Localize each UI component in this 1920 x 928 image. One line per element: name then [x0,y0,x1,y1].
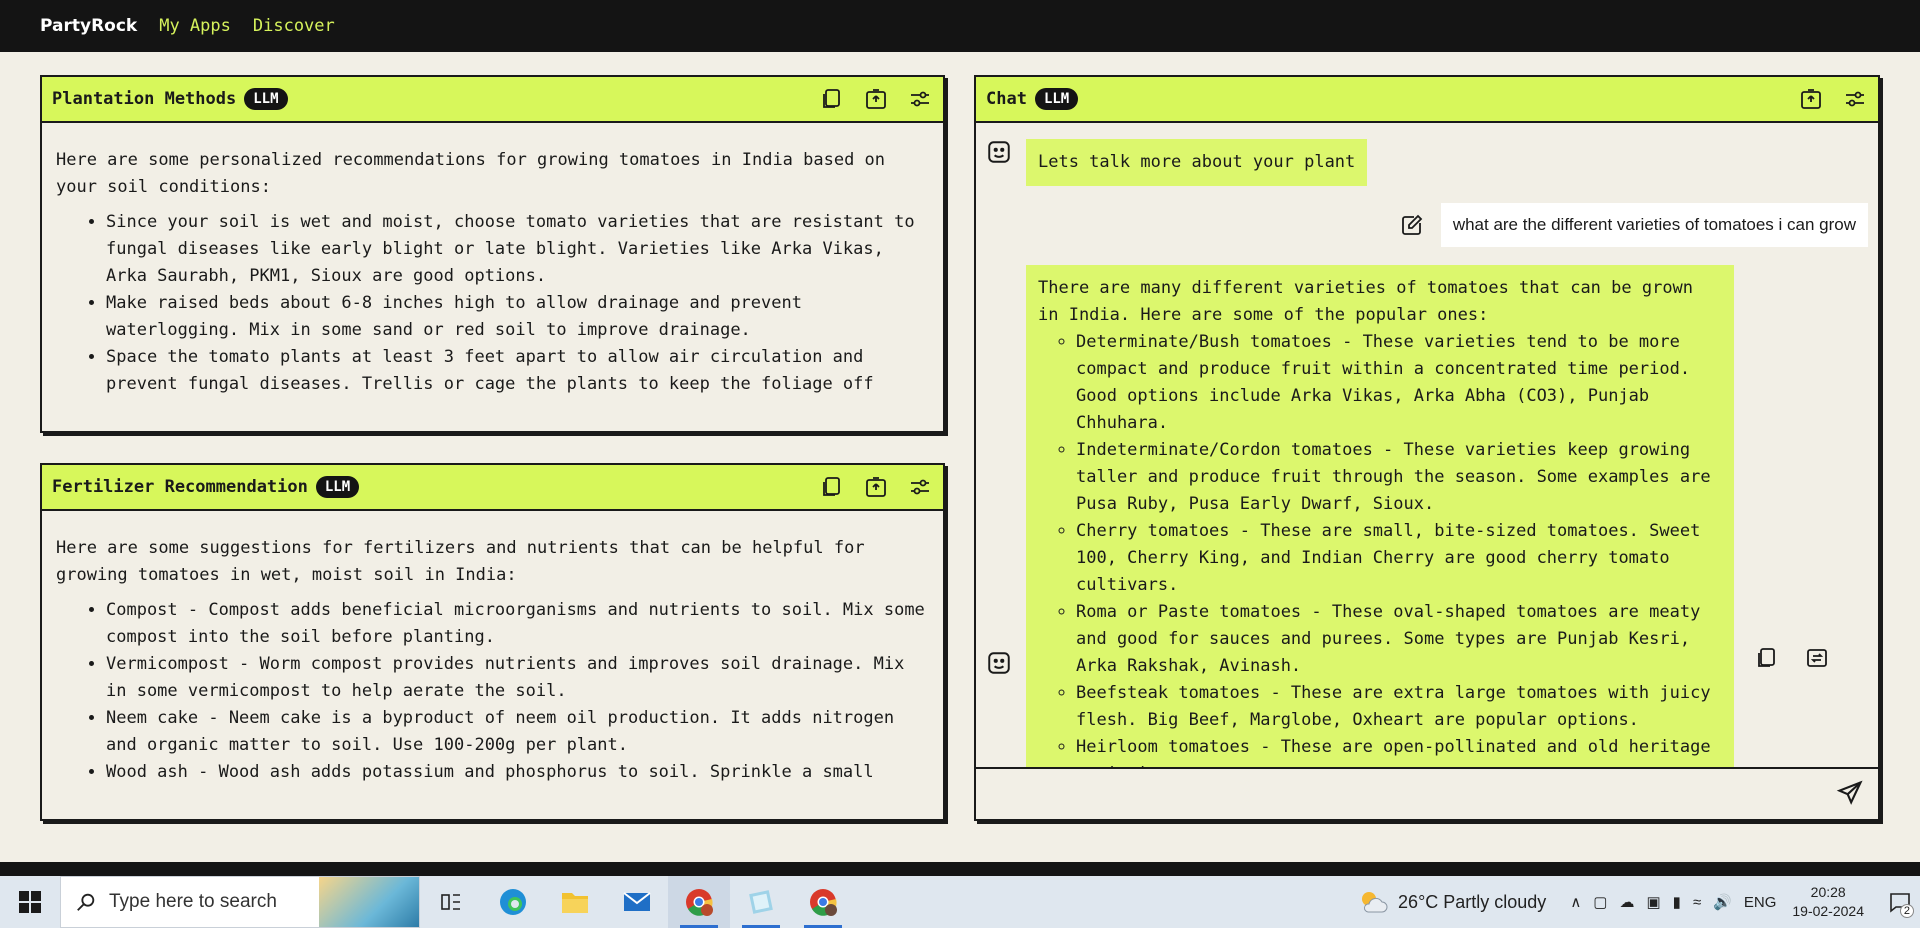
edit-icon[interactable] [1399,212,1425,238]
panel-header: Fertilizer Recommendation LLM [42,465,943,511]
app-tray-icon[interactable]: ▣ [1646,893,1660,911]
clock-time: 20:28 [1810,884,1846,900]
system-tray: ∧ ▢ ☁ ▣ ▮ ≈ 🔊 ENG [1570,893,1777,912]
mail-icon[interactable] [606,876,668,928]
settings-sliders-icon[interactable] [1842,86,1868,112]
panel-header: Plantation Methods LLM [42,77,943,123]
regenerate-icon[interactable] [1804,645,1830,671]
settings-sliders-icon[interactable] [907,474,933,500]
reply-intro: There are many different varieties of to… [1038,278,1694,325]
weather-text: 26°C Partly cloudy [1398,891,1547,912]
brand-logo[interactable]: PartyRock [40,16,137,36]
edge-browser-icon[interactable] [482,876,544,928]
intro-text: Here are some suggestions for fertilizer… [56,538,865,585]
list-item: Space the tomato plants at least 3 feet … [106,344,929,398]
list-item: Since your soil is wet and moist, choose… [106,209,929,290]
volume-icon[interactable]: 🔊 [1713,893,1732,911]
windows-start-icon[interactable] [0,876,60,928]
export-icon[interactable] [1798,86,1824,112]
user-message: what are the different varieties of toma… [1399,203,1868,247]
language-indicator[interactable]: ENG [1744,894,1777,911]
panel-title: Plantation Methods [52,89,237,109]
llm-badge: LLM [1034,88,1079,110]
weather-widget[interactable]: 26°C Partly cloudy [1358,888,1546,916]
intro-text: Here are some personalized recommendatio… [56,150,886,197]
list-item: Heirloom tomatoes - These are open-polli… [1076,734,1722,767]
panel-header: Chat LLM [976,77,1878,123]
list-item: Beefsteak tomatoes - These are extra lar… [1076,680,1722,734]
chevron-up-icon[interactable]: ∧ [1570,893,1581,911]
search-placeholder: Type here to search [109,891,277,912]
clock[interactable]: 20:28 19-02-2024 [1792,883,1864,921]
user-bubble: what are the different varieties of toma… [1440,203,1868,247]
list-item: Determinate/Bush tomatoes - These variet… [1076,329,1722,437]
bot-avatar-icon [988,141,1010,163]
settings-sliders-icon[interactable] [907,86,933,112]
bot-avatar-icon [988,652,1010,674]
recommendation-list: Since your soil is wet and moist, choose… [56,209,929,398]
list-item: Compost - Compost adds beneficial microo… [106,597,929,651]
chat-input-bar [976,767,1878,819]
panel-title: Fertilizer Recommendation [52,477,308,497]
recommendation-list: Compost - Compost adds beneficial microo… [56,597,929,786]
llm-badge: LLM [244,88,288,110]
chat-messages[interactable]: Lets talk more about your plant what are… [976,125,1878,767]
notification-count: 2 [1899,904,1914,918]
list-item: Indeterminate/Cordon tomatoes - These va… [1076,437,1722,518]
file-explorer-icon[interactable] [544,876,606,928]
onedrive-icon[interactable]: ☁ [1619,893,1634,911]
send-icon[interactable] [1836,779,1866,809]
panel-title: Chat [986,89,1027,109]
taskbar: Type here to search 26°C Partly cloudy ∧… [0,876,1920,928]
list-item: Neem cake - Neem cake is a byproduct of … [106,705,929,759]
notifications-icon[interactable]: 2 [1880,876,1920,928]
llm-badge: LLM [315,476,360,498]
partly-cloudy-icon [1362,892,1388,913]
chat-panel: Chat LLM Lets talk more about your plant… [974,75,1880,821]
fertilizer-recommendation-panel: Fertilizer Recommendation LLM Here are s… [40,463,945,821]
top-nav: PartyRock My Apps Discover [0,0,1920,52]
nav-my-apps[interactable]: My Apps [159,16,231,36]
chrome-icon[interactable] [668,876,730,928]
clock-date: 19-02-2024 [1792,903,1864,919]
list-item: Vermicompost - Worm compost provides nut… [106,651,929,705]
export-icon[interactable] [863,86,889,112]
plantation-methods-panel: Plantation Methods LLM Here are some per… [40,75,945,433]
list-item: Cherry tomatoes - These are small, bite-… [1076,518,1722,599]
nav-discover[interactable]: Discover [253,16,335,36]
bot-message: Lets talk more about your plant [986,139,1368,186]
panel-content: Here are some suggestions for fertilizer… [42,511,943,786]
notepad-icon[interactable] [730,876,792,928]
list-item: Make raised beds about 6-8 inches high t… [106,290,929,344]
search-highlight-image [319,877,419,927]
bot-bubble: Lets talk more about your plant [1026,139,1368,186]
search-icon [77,893,95,911]
bot-message: There are many different varieties of to… [986,265,1830,767]
footer-strip [0,862,1920,876]
bot-bubble: There are many different varieties of to… [1026,265,1734,767]
chat-input[interactable] [976,769,1836,819]
copy-icon[interactable] [819,474,845,500]
task-view-icon[interactable] [420,876,482,928]
meet-icon[interactable]: ▢ [1593,893,1607,911]
panel-content: Here are some personalized recommendatio… [42,123,943,398]
copy-icon[interactable] [819,86,845,112]
list-item: Wood ash - Wood ash adds potassium and p… [106,759,929,786]
taskbar-search[interactable]: Type here to search [60,876,420,928]
export-icon[interactable] [863,474,889,500]
chrome-icon-2[interactable] [792,876,854,928]
copy-icon[interactable] [1754,645,1780,671]
list-item: Roma or Paste tomatoes - These oval-shap… [1076,599,1722,680]
variety-list: Determinate/Bush tomatoes - These variet… [1038,329,1722,767]
wifi-icon[interactable]: ≈ [1693,894,1701,911]
battery-icon[interactable]: ▮ [1673,893,1681,911]
